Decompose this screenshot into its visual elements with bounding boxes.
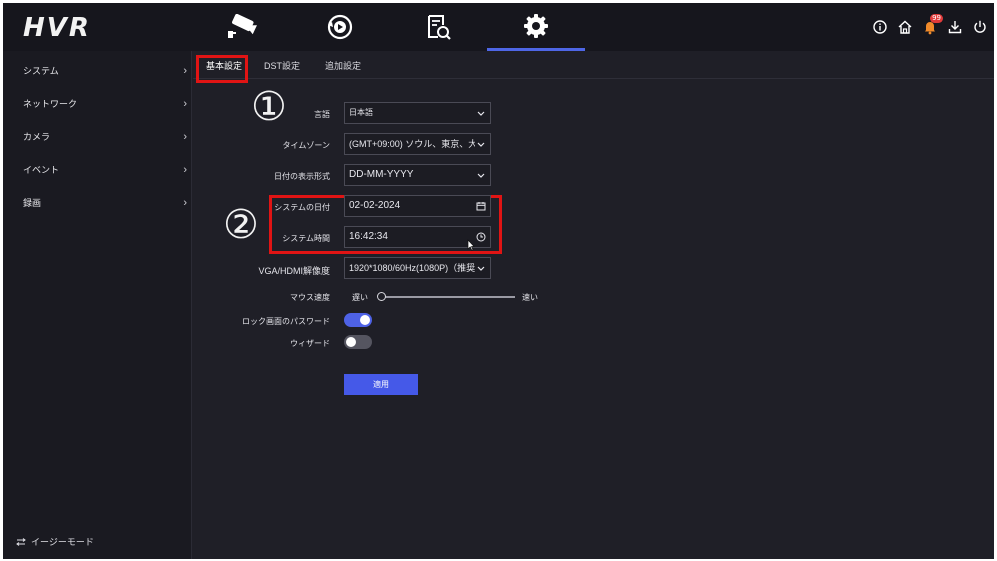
download-icon[interactable] xyxy=(947,19,963,35)
timezone-select[interactable]: (GMT+09:00) ソウル、東京、大阪 xyxy=(344,133,491,155)
apply-button[interactable]: 適用 xyxy=(344,374,418,395)
sidebar-item-camera[interactable]: カメラ › xyxy=(3,128,192,146)
playback-icon xyxy=(327,14,353,40)
tab-dst-settings[interactable]: DST設定 xyxy=(257,57,307,75)
system-date-field[interactable]: 02-02-2024 xyxy=(344,195,491,217)
top-bar: HVR 99 xyxy=(3,3,994,51)
resolution-select[interactable]: 1920*1080/60Hz(1080P)（推奨 xyxy=(344,257,491,279)
mouse-cursor-icon xyxy=(467,239,475,251)
annotation-marker-1: ① xyxy=(251,84,287,130)
system-date-value: 02-02-2024 xyxy=(349,200,401,211)
easy-mode-button[interactable]: イージーモード xyxy=(16,535,94,548)
chevron-right-icon: › xyxy=(183,197,187,209)
sidebar-item-network[interactable]: ネットワーク › xyxy=(3,95,192,113)
app-logo: HVR xyxy=(23,13,91,43)
sidebar-item-label: システム xyxy=(23,66,59,76)
timezone-label: タイムゾーン xyxy=(282,141,330,150)
file-search-icon xyxy=(428,15,451,40)
date-format-label: 日付の表示形式 xyxy=(274,172,330,181)
mouse-speed-slow-label: 遅い xyxy=(352,293,368,302)
info-icon[interactable] xyxy=(872,19,888,35)
sidebar-item-label: カメラ xyxy=(23,132,51,142)
annotation-marker-2: ② xyxy=(223,202,259,248)
chevron-down-icon xyxy=(475,134,487,154)
clock-icon[interactable] xyxy=(475,227,487,247)
language-select[interactable]: 日本語 xyxy=(344,102,491,124)
sidebar-item-event[interactable]: イベント › xyxy=(3,161,192,179)
timezone-value: (GMT+09:00) ソウル、東京、大阪 xyxy=(349,139,487,149)
top-right-toolbar: 99 xyxy=(872,3,988,51)
system-time-value: 16:42:34 xyxy=(349,231,388,242)
system-time-label: システム時間 xyxy=(282,234,330,243)
toggle-knob xyxy=(346,337,356,347)
calendar-icon[interactable] xyxy=(475,196,487,216)
language-value: 日本語 xyxy=(349,108,373,117)
mouse-speed-slider-handle[interactable] xyxy=(377,292,386,301)
lock-password-label: ロック画面のパスワード xyxy=(242,317,330,326)
toggle-knob xyxy=(360,315,370,325)
sidebar-item-system[interactable]: システム › xyxy=(3,62,192,80)
gear-icon xyxy=(524,13,548,38)
sidebar-item-label: 録画 xyxy=(23,198,42,208)
resolution-label: VGA/HDMI解像度 xyxy=(258,266,330,276)
chevron-down-icon xyxy=(475,258,487,278)
easy-mode-label: イージーモード xyxy=(31,537,94,547)
home-icon[interactable] xyxy=(897,19,913,35)
sidebar: システム › ネットワーク › カメラ › イベント › 録画 › イージーモー… xyxy=(3,51,192,559)
bell-icon[interactable]: 99 xyxy=(922,14,943,35)
chevron-right-icon: › xyxy=(183,98,187,110)
mouse-speed-slider[interactable] xyxy=(381,296,515,298)
notification-badge: 99 xyxy=(930,14,943,23)
system-date-label: システムの日付 xyxy=(274,203,330,212)
tab-search[interactable] xyxy=(389,3,487,51)
hvr-app-window: HVR 99 システム › ネットワーク › カメラ › イベント › 録画 ›… xyxy=(3,3,994,559)
mouse-speed-fast-label: 速い xyxy=(522,293,538,302)
tab-additional-settings[interactable]: 追加設定 xyxy=(318,57,368,75)
sidebar-item-label: ネットワーク xyxy=(23,99,78,109)
wizard-toggle[interactable] xyxy=(344,335,372,349)
chevron-right-icon: › xyxy=(183,131,187,143)
lock-password-toggle[interactable] xyxy=(344,313,372,327)
wizard-label: ウィザード xyxy=(290,339,330,348)
language-label: 言語 xyxy=(314,110,330,119)
chevron-down-icon xyxy=(475,165,487,185)
camera-icon xyxy=(228,14,257,38)
sidebar-item-label: イベント xyxy=(23,165,60,175)
tab-live-view[interactable] xyxy=(193,3,291,51)
chevron-right-icon: › xyxy=(183,164,187,176)
swap-icon xyxy=(16,537,26,546)
mouse-speed-label: マウス速度 xyxy=(290,293,330,302)
sidebar-item-recording[interactable]: 録画 › xyxy=(3,194,192,212)
date-format-value: DD-MM-YYYY xyxy=(349,169,414,180)
chevron-right-icon: › xyxy=(183,65,187,77)
power-icon[interactable] xyxy=(972,19,988,35)
date-format-select[interactable]: DD-MM-YYYY xyxy=(344,164,491,186)
resolution-value: 1920*1080/60Hz(1080P)（推奨 xyxy=(349,263,476,273)
tab-playback[interactable] xyxy=(291,3,389,51)
chevron-down-icon xyxy=(475,103,487,123)
settings-subtabs: 基本設定 DST設定 追加設定 xyxy=(193,51,994,79)
tab-settings[interactable] xyxy=(487,3,585,51)
highlight-box-basic-tab xyxy=(196,55,248,83)
